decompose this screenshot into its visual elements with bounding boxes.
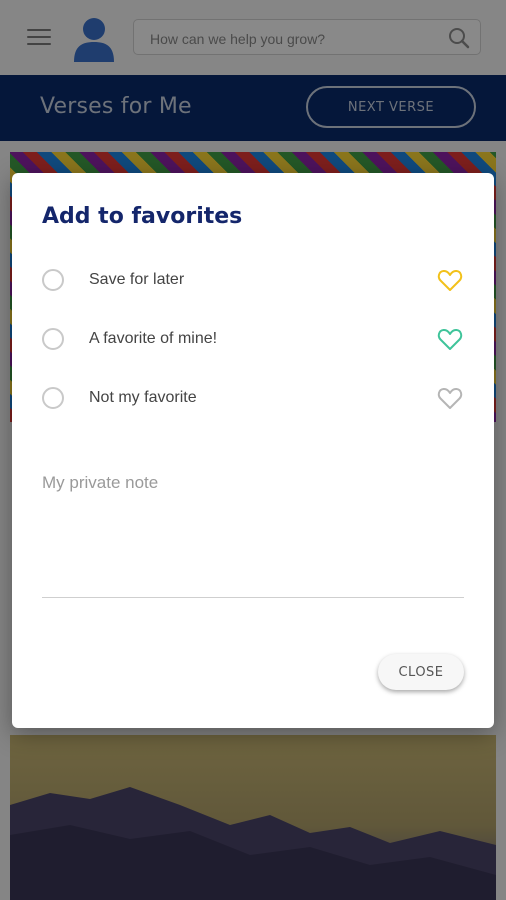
private-note-input[interactable] — [42, 473, 464, 597]
option-not-my-favorite[interactable]: Not my favorite — [12, 379, 494, 419]
heart-icon — [437, 328, 463, 350]
heart-icon — [437, 387, 463, 409]
private-note-field[interactable] — [42, 473, 464, 598]
option-save-for-later[interactable]: Save for later — [12, 261, 494, 301]
option-label: Not my favorite — [89, 389, 197, 406]
radio-not-my-favorite[interactable] — [42, 387, 64, 409]
option-label: A favorite of mine! — [89, 330, 218, 347]
dialog-title: Add to favorites — [42, 204, 243, 229]
option-a-favorite-of-mine[interactable]: A favorite of mine! — [12, 320, 494, 360]
close-button[interactable]: CLOSE — [378, 654, 464, 690]
option-label: Save for later — [89, 271, 185, 288]
heart-icon — [437, 269, 463, 291]
add-to-favorites-dialog: Add to favorites Save for later A favori… — [12, 173, 494, 728]
radio-save-for-later[interactable] — [42, 269, 64, 291]
radio-a-favorite-of-mine[interactable] — [42, 328, 64, 350]
